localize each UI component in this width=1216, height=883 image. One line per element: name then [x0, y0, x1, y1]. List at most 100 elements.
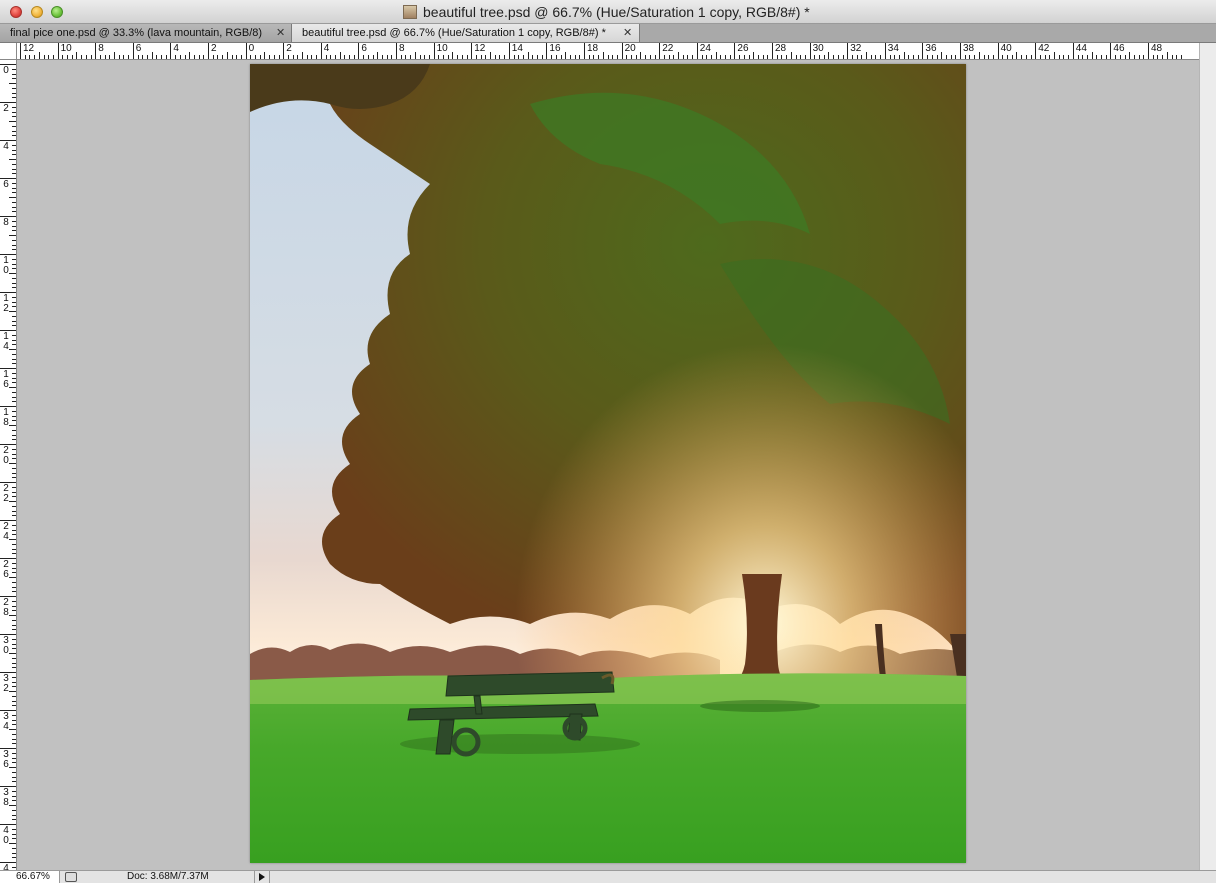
- ruler-major-tick: [884, 43, 886, 59]
- document-canvas-image[interactable]: [250, 64, 966, 863]
- ruler-minor-tick: [297, 55, 299, 59]
- ruler-minor-tick: [692, 55, 694, 59]
- ruler-minor-tick: [428, 55, 430, 59]
- ruler-major-tick: [1035, 43, 1037, 59]
- tab-final-pice-one[interactable]: final pice one.psd @ 33.3% (lava mountai…: [0, 24, 292, 42]
- ruler-minor-tick: [226, 52, 228, 59]
- ruler-minor-tick: [236, 55, 238, 59]
- tab-beautiful-tree[interactable]: beautiful tree.psd @ 66.7% (Hue/Saturati…: [292, 24, 640, 42]
- ruler-minor-tick: [12, 420, 16, 422]
- tab-label: beautiful tree.psd @ 66.7% (Hue/Saturati…: [302, 27, 606, 39]
- ruler-minor-tick: [99, 55, 101, 59]
- ruler-minor-tick: [908, 55, 910, 59]
- ruler-minor-tick: [81, 55, 83, 59]
- ruler-minor-tick: [12, 220, 16, 222]
- minimize-window-button[interactable]: [31, 6, 43, 18]
- ruler-minor-tick: [264, 52, 266, 59]
- ruler-minor-tick: [38, 52, 40, 59]
- ruler-major-tick: [659, 43, 661, 59]
- tab-close-icon[interactable]: ✕: [276, 24, 285, 42]
- ruler-minor-tick: [12, 301, 16, 303]
- ruler-minor-tick: [649, 55, 651, 59]
- ruler-minor-tick: [12, 353, 16, 355]
- ruler-minor-tick: [12, 144, 16, 146]
- ruler-label: 6: [3, 179, 9, 190]
- canvas-pasteboard[interactable]: [17, 60, 1199, 870]
- ruler-minor-tick: [626, 55, 628, 59]
- ruler-minor-tick: [9, 729, 16, 730]
- tab-label: final pice one.psd @ 33.3% (lava mountai…: [10, 27, 263, 39]
- ruler-minor-tick: [12, 477, 16, 479]
- ruler-label: 10: [436, 43, 448, 54]
- ruler-minor-tick: [1058, 55, 1060, 59]
- ruler-minor-tick: [819, 55, 820, 59]
- ruler-minor-tick: [9, 197, 16, 198]
- ruler-label: 12: [23, 43, 35, 54]
- ruler-minor-tick: [12, 643, 16, 645]
- ruler-minor-tick: [9, 235, 16, 236]
- tab-close-icon[interactable]: ✕: [623, 24, 632, 42]
- ruler-major-tick: [132, 43, 134, 59]
- ruler-minor-tick: [12, 225, 16, 227]
- ruler-minor-tick: [729, 55, 731, 59]
- ruler-minor-tick: [992, 55, 994, 59]
- ruler-minor-tick: [12, 586, 16, 588]
- ruler-label: 36: [925, 43, 937, 54]
- ruler-minor-tick: [12, 695, 16, 697]
- ruler-origin-corner[interactable]: [0, 43, 17, 60]
- ruler-label: 18: [587, 43, 599, 54]
- ruler-minor-tick: [193, 55, 195, 59]
- ruler-minor-tick: [12, 68, 16, 70]
- ruler-major-tick: [809, 43, 811, 59]
- ruler-label: 0: [248, 43, 255, 54]
- ruler-minor-tick: [12, 733, 16, 735]
- ruler-minor-tick: [499, 55, 501, 59]
- ruler-minor-tick: [988, 55, 990, 59]
- ruler-minor-tick: [12, 762, 16, 764]
- park-tree-photo: [250, 64, 966, 863]
- ruler-minor-tick: [146, 55, 148, 59]
- vertical-ruler[interactable]: 02468101214161820222426283032343638404: [0, 60, 17, 870]
- ruler-minor-tick: [574, 55, 576, 59]
- window-title: beautiful tree.psd @ 66.7% (Hue/Saturati…: [423, 4, 810, 20]
- ruler-minor-tick: [52, 55, 54, 59]
- document-proxy-icon[interactable]: [403, 5, 417, 19]
- zoom-level-field[interactable]: 66.67%: [0, 871, 60, 883]
- ruler-minor-tick: [856, 55, 858, 59]
- ruler-label: 4: [323, 43, 330, 54]
- ruler-label: 6: [135, 43, 142, 54]
- ruler-label: 38: [963, 43, 975, 54]
- ruler-major-tick: [57, 43, 59, 59]
- ruler-minor-tick: [179, 55, 181, 59]
- ruler-minor-tick: [635, 55, 637, 59]
- status-menu-arrow-icon[interactable]: [254, 871, 270, 883]
- ruler-major-tick: [584, 43, 585, 59]
- close-window-button[interactable]: [10, 6, 22, 18]
- ruler-minor-tick: [12, 182, 16, 184]
- ruler-minor-tick: [706, 55, 708, 59]
- ruler-minor-tick: [306, 55, 308, 59]
- ruler-minor-tick: [9, 691, 16, 692]
- ruler-minor-tick: [12, 847, 16, 849]
- document-profile-icon[interactable]: [65, 872, 77, 882]
- ruler-minor-tick: [12, 819, 16, 821]
- zoom-window-button[interactable]: [51, 6, 63, 18]
- ruler-minor-tick: [875, 55, 877, 59]
- ruler-minor-tick: [255, 55, 256, 59]
- ruler-minor-tick: [85, 55, 87, 59]
- ruler-label: 34: [887, 43, 899, 54]
- ruler-minor-tick: [12, 467, 16, 469]
- ruler-minor-tick: [62, 55, 64, 59]
- vertical-scrollbar[interactable]: [1199, 43, 1216, 870]
- ruler-minor-tick: [12, 553, 16, 555]
- ruler-minor-tick: [377, 52, 379, 59]
- horizontal-ruler[interactable]: 12 10 8 6 4 2 0 2 4 6 8 10 12 14 16 18 20 22 24 26 28 30 32 34 3…: [17, 43, 1199, 60]
- ruler-minor-tick: [12, 401, 16, 403]
- ruler-minor-tick: [941, 52, 943, 59]
- ruler-minor-tick: [828, 52, 830, 59]
- ruler-minor-tick: [12, 258, 16, 260]
- ruler-minor-tick: [12, 339, 16, 341]
- ruler-minor-tick: [12, 743, 16, 745]
- ruler-minor-tick: [9, 311, 16, 312]
- ruler-label: 2: [211, 43, 217, 54]
